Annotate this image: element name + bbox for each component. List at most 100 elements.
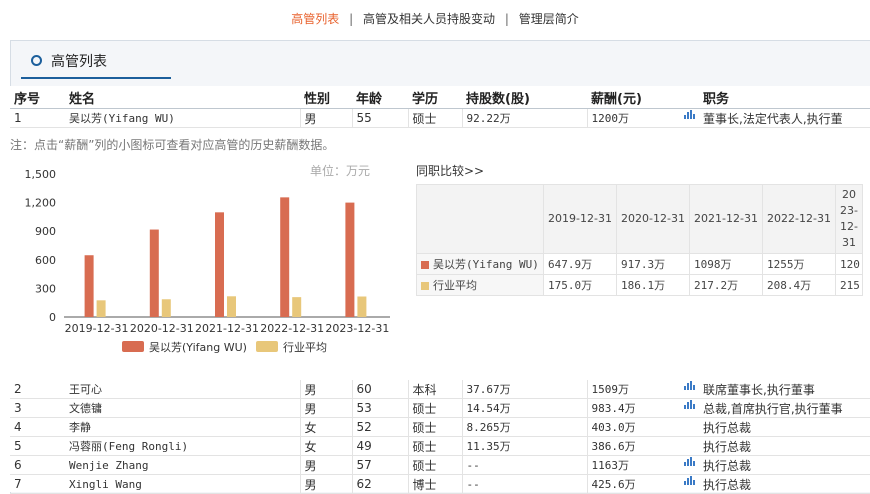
compare-value: 186.1万 [616, 274, 690, 296]
row-title-text: 执行总裁 [703, 477, 752, 492]
row-number: 3 [10, 398, 65, 418]
col-header-shares: 持股数(股) [462, 86, 587, 109]
row-number: 7 [10, 474, 65, 494]
x-tick-label: 2021-12-31 [195, 322, 259, 335]
row-shares: 14.54万 [461, 398, 587, 418]
pay-history-chart-icon[interactable] [684, 400, 695, 409]
legend-swatch [256, 341, 278, 352]
compare-row-label: 吴以芳(Yifang WU) [416, 253, 544, 275]
row-gender-text: 男 [304, 458, 317, 473]
row-title: 联席董事长,执行董事 [699, 380, 870, 399]
row-education: 硕士 [407, 455, 462, 475]
table-row: 6 Wenjie Zhang 男 57 硕士 -- 1163万 执行总裁 [10, 455, 870, 475]
compare-value: 208.4万 [762, 274, 836, 296]
row-name: 李静 [65, 417, 300, 437]
compare-corner-cell [416, 184, 544, 254]
row-education: 硕士 [407, 398, 462, 418]
pay-bar-chart: 0 300 600 900 1,200 1,500 2019-12-31 2020-12-31… [25, 168, 390, 354]
compare-header-row: 2019-12-31 2020-12-31 2021-12-31 2022-12-31… [416, 184, 863, 254]
legend-swatch [122, 341, 144, 352]
row-number: 6 [10, 455, 65, 475]
compare-row-label-text: 吴以芳(Yifang WU) [433, 258, 539, 271]
row-education-text: 硕士 [412, 420, 437, 435]
compare-row: 吴以芳(Yifang WU) 647.9万 917.3万 1098万 1255万 120 [416, 253, 863, 275]
compare-date-header: 2019-12-31 [543, 184, 617, 254]
bar-executive [280, 197, 290, 317]
row-shares: 8.265万 [461, 417, 587, 437]
executive-table-continued: 2 王可心男 60 本科 37.67万 1509万 联席董事长,执行董事 3 文德镛男 53 硕士 1… [10, 380, 870, 494]
compare-link[interactable]: 同职比较>> [416, 162, 484, 179]
compare-row: 行业平均 175.0万 186.1万 217.2万 208.4万 215 [416, 274, 863, 296]
row-number-text: 4 [14, 420, 22, 434]
compare-date-header: 2020-12-31 [616, 184, 690, 254]
compare-value: 215 [835, 274, 863, 296]
row-title-text: 董事长,法定代表人,执行董 [703, 111, 843, 126]
bar-industry-average [292, 297, 302, 317]
y-tick-label: 300 [35, 282, 56, 295]
pay-history-chart-icon[interactable] [684, 457, 695, 466]
compare-row-label: 行业平均 [416, 274, 544, 296]
row-shares: 11.35万 [461, 436, 587, 456]
row-number-text: 6 [14, 458, 22, 472]
row-pay: 1509万 [586, 380, 699, 399]
row-number: 1 [10, 108, 65, 128]
row-education: 硕士 [407, 108, 462, 128]
row-shares-text: -- [466, 458, 480, 472]
row-gender-text: 男 [304, 111, 317, 126]
row-pay-text: 425.6万 [591, 478, 636, 491]
pay-history-chart-icon[interactable] [684, 110, 695, 119]
nav-management-intro[interactable]: 管理层简介 [519, 12, 579, 26]
row-title-text: 执行总裁 [703, 439, 752, 454]
col-header-age: 年龄 [352, 86, 408, 109]
row-number-text: 3 [14, 401, 22, 415]
row-title-text: 总裁,首席执行官,执行董事 [703, 401, 843, 416]
row-name-text: 文德镛 [69, 402, 102, 415]
row-education-text: 硕士 [412, 458, 437, 473]
section-header: 高管列表 [11, 41, 870, 79]
row-pay: 983.4万 [586, 398, 699, 418]
row-age: 62 [351, 474, 408, 494]
table-header-row: 序号 姓名 性别 年龄 学历 持股数(股) 薪酬(元) 职务 [10, 86, 870, 109]
row-shares: 37.67万 [461, 380, 587, 399]
row-gender-text: 男 [304, 477, 317, 492]
row-title-text: 执行总裁 [703, 420, 752, 435]
pay-history-chart-icon[interactable] [684, 476, 695, 485]
nav-shareholding-changes[interactable]: 高管及相关人员持股变动 [363, 12, 495, 26]
col-header-pay: 薪酬(元) [587, 86, 699, 109]
row-education: 博士 [407, 474, 462, 494]
legend-label: 行业平均 [283, 341, 327, 354]
row-name: 文德镛 [65, 398, 300, 418]
y-tick-label: 1,500 [25, 168, 57, 181]
pay-history-chart-icon[interactable] [684, 381, 695, 390]
compare-date-header: 2022-12-31 [762, 184, 836, 254]
row-pay-text: 983.4万 [591, 402, 636, 415]
x-tick-label: 2023-12-31 [325, 322, 389, 335]
row-number: 2 [10, 380, 65, 399]
col-header-title: 职务 [699, 86, 870, 109]
compare-value: 1255万 [762, 253, 836, 275]
nav-executive-list[interactable]: 高管列表 [291, 12, 339, 26]
section-circle-icon [31, 55, 42, 66]
compare-date-header: 2023-12-31 [835, 184, 863, 254]
row-shares-text: 11.35万 [466, 440, 511, 453]
row-gender: 女 [299, 436, 352, 456]
row-name-text: 王可心 [69, 383, 102, 396]
bar-executive [149, 229, 159, 317]
row-title-text: 联席董事长,执行董事 [703, 382, 815, 397]
section-title: 高管列表 [51, 54, 107, 70]
row-shares-text: 14.54万 [466, 402, 511, 415]
row-gender: 女 [299, 417, 352, 437]
row-education-text: 硕士 [412, 111, 437, 126]
row-pay-text: 386.6万 [591, 440, 636, 453]
top-nav: 高管列表 | 高管及相关人员持股变动 | 管理层简介 [0, 0, 870, 34]
table-row: 1 吴以芳(Yifang WU) 男 55 硕士 92.22万 1200万 董事长,法定代表人… [10, 108, 870, 128]
row-age-text: 57 [356, 458, 372, 472]
row-age-text: 49 [356, 439, 372, 453]
bar-executive [215, 212, 224, 317]
row-number-text: 5 [14, 439, 22, 453]
bar-industry-average [96, 300, 106, 317]
bar-executive [84, 255, 94, 317]
row-pay: 1163万 [586, 455, 699, 475]
col-header-education: 学历 [408, 86, 462, 109]
row-title: 执行总裁 [699, 474, 870, 494]
